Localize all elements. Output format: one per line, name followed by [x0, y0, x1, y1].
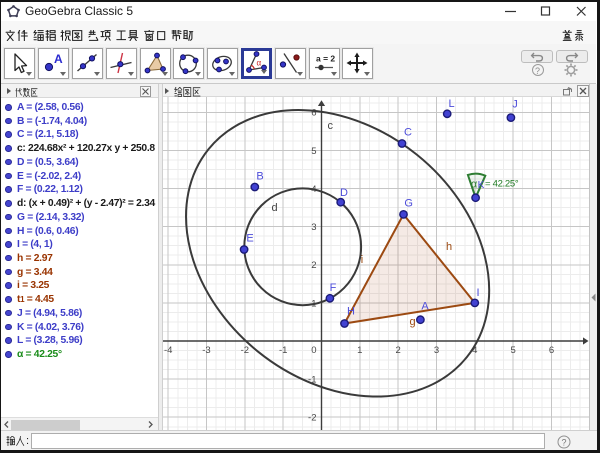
svg-text:K: K: [478, 180, 485, 191]
svg-text:B: B: [256, 171, 263, 183]
svg-text:6: 6: [311, 108, 316, 119]
svg-text:D: D: [340, 187, 348, 199]
svg-text:-4: -4: [164, 345, 172, 356]
svg-text:0: 0: [311, 345, 316, 356]
svg-text:A: A: [54, 52, 63, 66]
svg-text:?: ?: [561, 438, 566, 448]
svg-text:H: H: [347, 305, 355, 317]
svg-text:L: L: [449, 98, 455, 110]
svg-text:5: 5: [510, 345, 515, 356]
svg-text:-2: -2: [308, 413, 316, 424]
svg-text:I: I: [476, 287, 479, 299]
svg-text:2: 2: [396, 345, 401, 356]
svg-text:g: g: [410, 316, 416, 328]
svg-text:h: h: [446, 241, 452, 253]
svg-text:2: 2: [311, 260, 316, 271]
svg-text:-3: -3: [202, 345, 210, 356]
svg-text:A: A: [421, 301, 429, 313]
svg-text:α: α: [257, 59, 262, 68]
svg-text:G: G: [404, 198, 413, 210]
svg-text:J: J: [512, 99, 518, 111]
svg-text:5: 5: [311, 146, 316, 157]
svg-text:F: F: [330, 282, 337, 294]
svg-text:3: 3: [434, 345, 439, 356]
svg-text:1: 1: [357, 345, 362, 356]
svg-text:3: 3: [311, 222, 316, 233]
svg-text:i: i: [361, 254, 363, 266]
svg-text:-1: -1: [279, 345, 287, 356]
svg-text:E: E: [246, 233, 253, 245]
svg-text:6: 6: [549, 345, 554, 356]
svg-text:a = 2: a = 2: [316, 54, 335, 64]
svg-text:c: c: [328, 120, 334, 132]
svg-text:d: d: [271, 202, 277, 214]
svg-text:-2: -2: [241, 345, 249, 356]
svg-text:C: C: [404, 126, 412, 138]
svg-text:= 42.25°: = 42.25°: [485, 179, 519, 190]
